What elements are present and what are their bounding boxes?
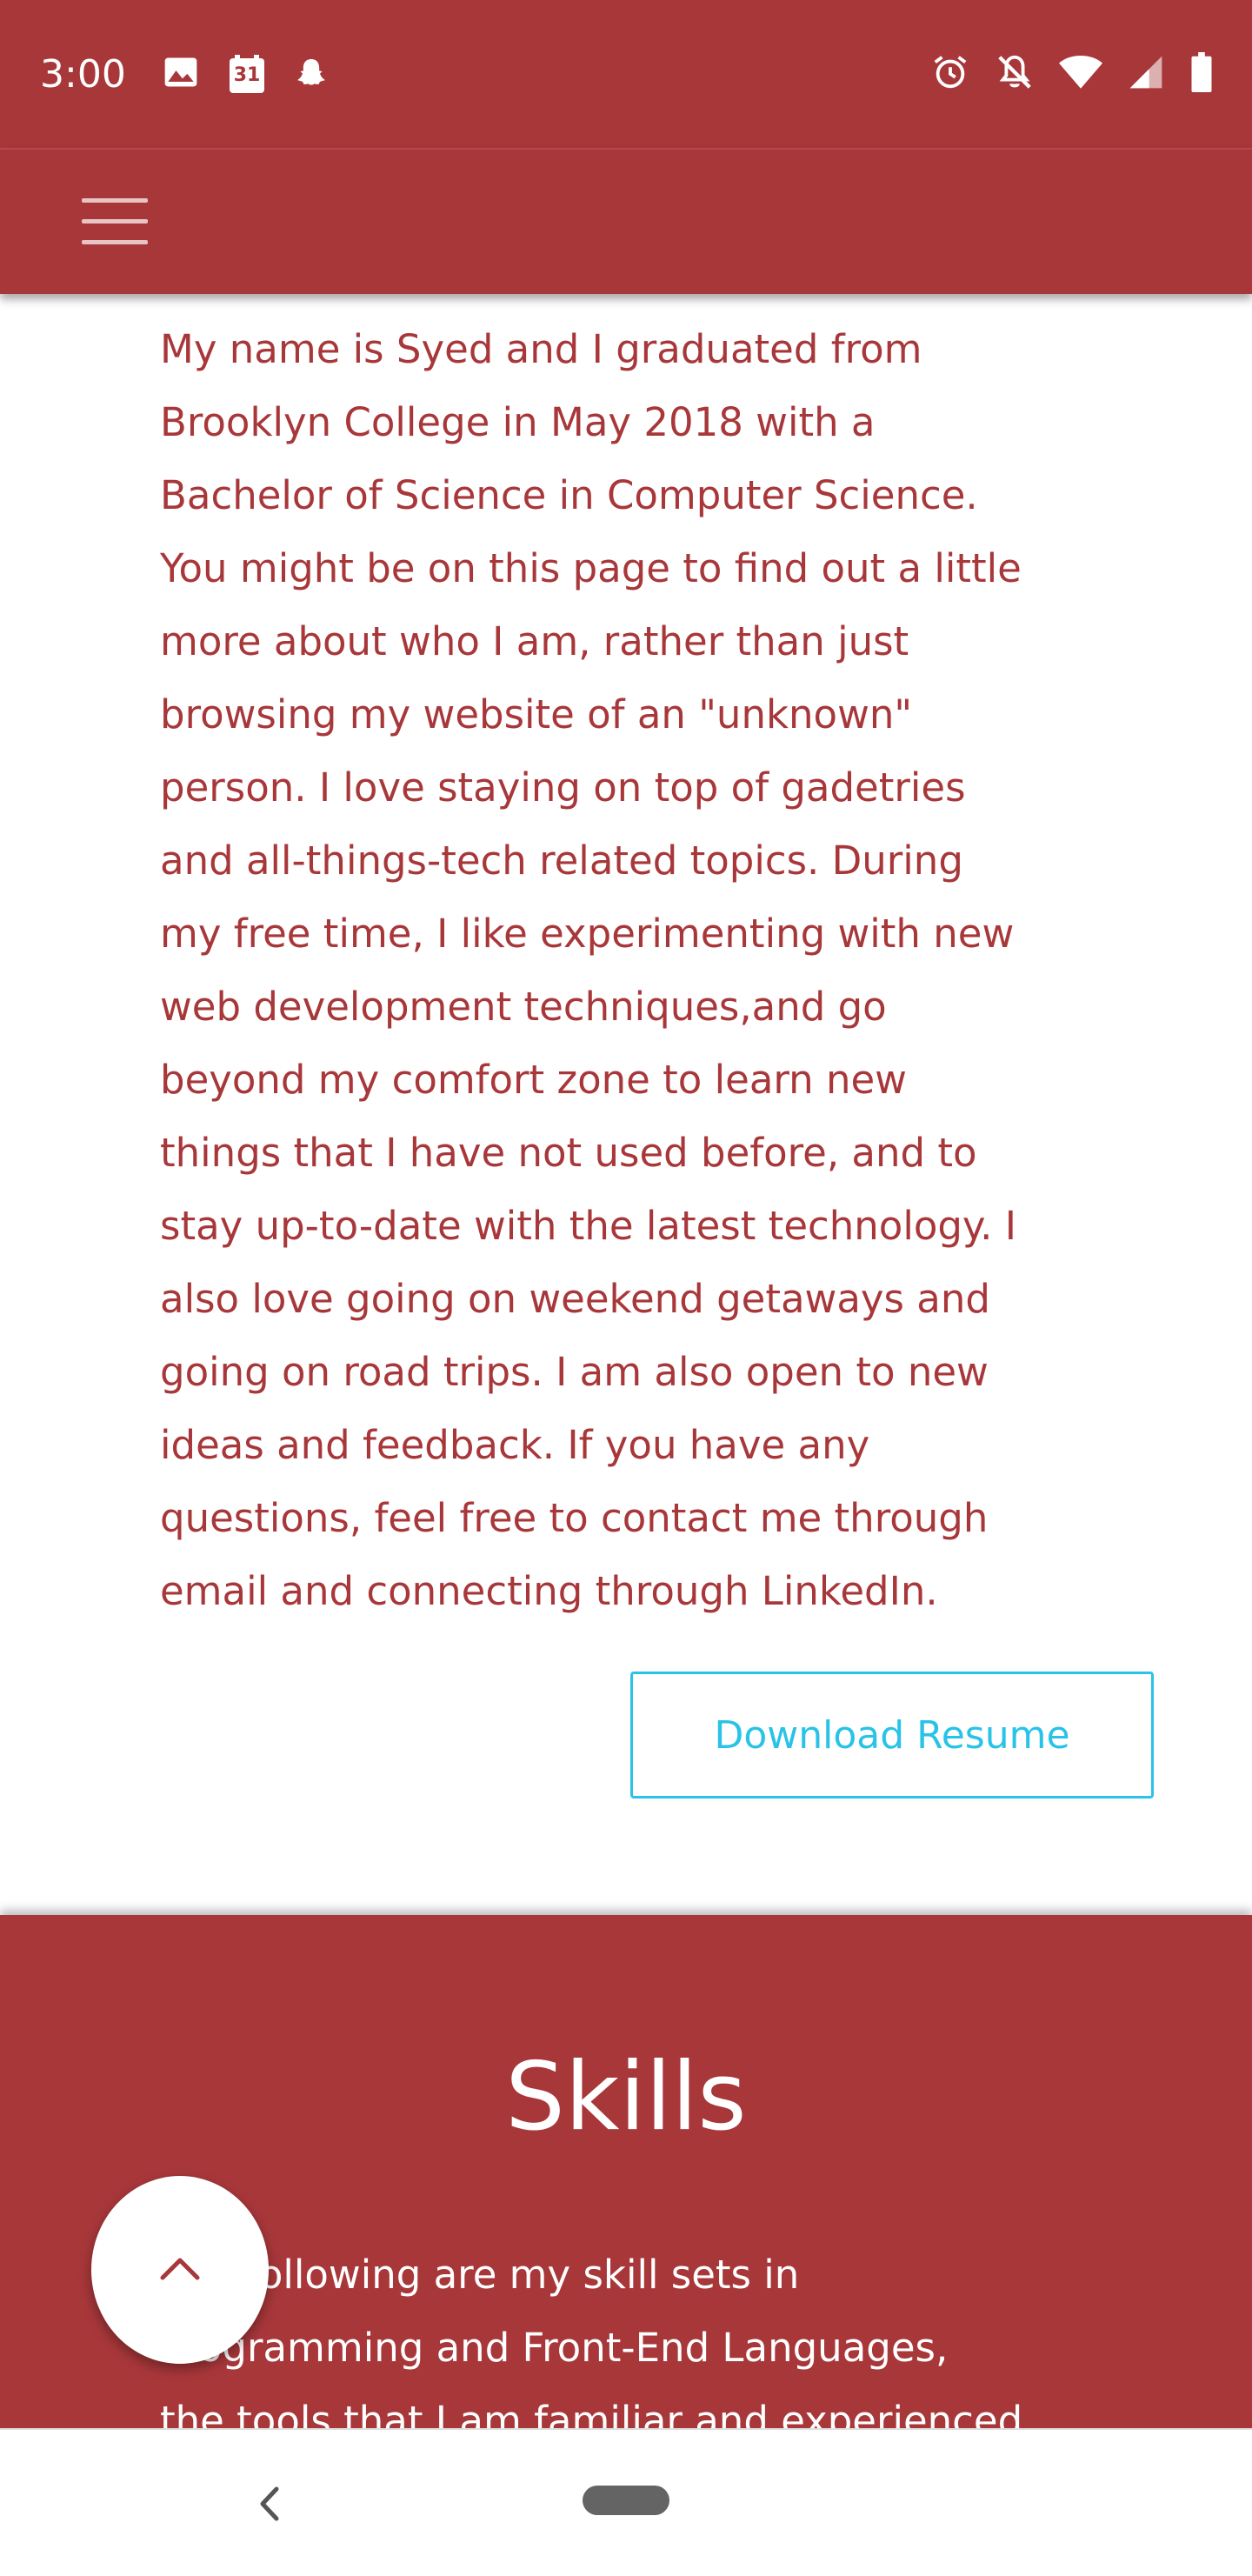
home-pill-icon[interactable] bbox=[583, 2486, 669, 2515]
alarm-icon bbox=[930, 52, 970, 96]
system-status-icons bbox=[930, 52, 1214, 96]
scroll-to-top-button[interactable] bbox=[91, 2176, 269, 2364]
battery-icon bbox=[1189, 52, 1214, 96]
image-icon bbox=[162, 53, 200, 95]
signal-icon bbox=[1127, 53, 1165, 95]
calendar-day: 31 bbox=[233, 64, 261, 86]
wifi-icon bbox=[1059, 53, 1102, 95]
download-resume-button[interactable]: Download Resume bbox=[630, 1672, 1154, 1799]
system-navigation-bar bbox=[0, 2428, 1252, 2576]
snapchat-icon bbox=[294, 55, 329, 93]
about-paragraph: My name is Syed and I graduated from Bro… bbox=[160, 326, 1022, 1614]
chevron-up-icon bbox=[159, 2255, 201, 2285]
status-time: 3:00 bbox=[40, 52, 126, 97]
hamburger-menu-icon[interactable] bbox=[82, 198, 148, 245]
skills-intro: The following are my skill sets in Progr… bbox=[160, 2252, 1023, 2428]
app-navbar bbox=[0, 148, 1252, 294]
skills-heading: Skills bbox=[505, 2043, 747, 2152]
calendar-icon: 31 bbox=[226, 53, 268, 95]
bell-off-icon bbox=[995, 52, 1035, 96]
back-chevron-icon[interactable] bbox=[252, 2482, 287, 2526]
notification-icons: 31 bbox=[162, 52, 329, 96]
status-bar: 3:00 31 bbox=[0, 0, 1252, 148]
